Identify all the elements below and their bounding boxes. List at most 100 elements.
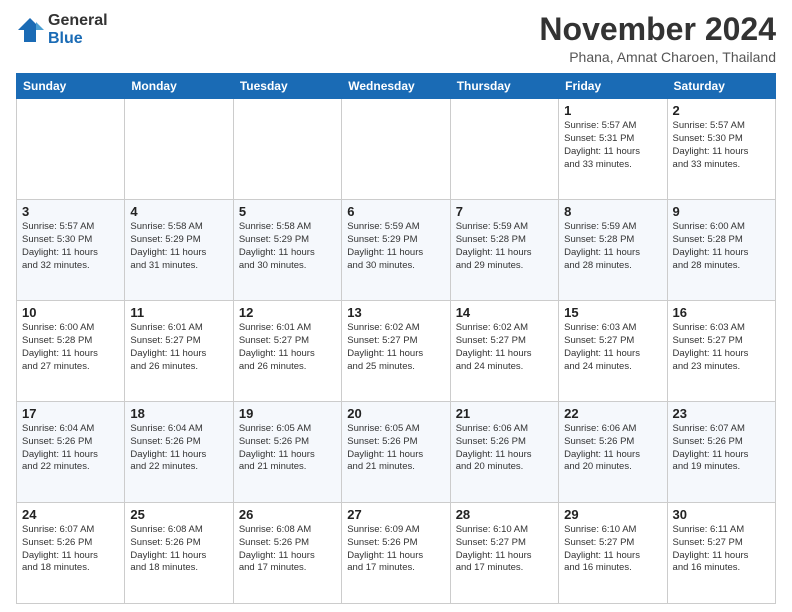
calendar-cell: 22Sunrise: 6:06 AM Sunset: 5:26 PM Dayli… [559, 402, 667, 503]
calendar-cell: 18Sunrise: 6:04 AM Sunset: 5:26 PM Dayli… [125, 402, 233, 503]
day-number: 28 [456, 507, 553, 522]
day-info: Sunrise: 6:08 AM Sunset: 5:26 PM Dayligh… [239, 524, 336, 575]
day-info: Sunrise: 6:10 AM Sunset: 5:27 PM Dayligh… [456, 524, 553, 575]
calendar-week-2: 3 Sunrise: 5:57 AM Sunset: 5:30 PM Daylig… [17, 200, 776, 301]
day-info: Sunrise: 5:59 AM Sunset: 5:28 PM Dayligh… [564, 221, 661, 272]
day-info: Sunrise: 6:04 AM Sunset: 5:26 PM Dayligh… [130, 423, 227, 474]
day-number: 12 [239, 305, 336, 320]
calendar-cell: 16Sunrise: 6:03 AM Sunset: 5:27 PM Dayli… [667, 301, 775, 402]
calendar-header-thursday: Thursday [450, 74, 558, 99]
day-info: Sunrise: 6:07 AM Sunset: 5:26 PM Dayligh… [673, 423, 770, 474]
calendar-table: SundayMondayTuesdayWednesdayThursdayFrid… [16, 73, 776, 604]
day-number: 19 [239, 406, 336, 421]
day-number: 25 [130, 507, 227, 522]
calendar-header-monday: Monday [125, 74, 233, 99]
day-info: Sunrise: 5:59 AM Sunset: 5:29 PM Dayligh… [347, 221, 444, 272]
day-info: Sunrise: 6:05 AM Sunset: 5:26 PM Dayligh… [347, 423, 444, 474]
day-info: Sunrise: 5:57 AM Sunset: 5:30 PM Dayligh… [22, 221, 119, 272]
calendar-header-saturday: Saturday [667, 74, 775, 99]
calendar-cell: 25 Sunrise: 6:08 AM Sunset: 5:26 PM Dayli… [125, 503, 233, 604]
header: General Blue November 2024 Phana, Amnat … [16, 12, 776, 65]
day-number: 1 [564, 103, 661, 118]
calendar-cell: 23 Sunrise: 6:07 AM Sunset: 5:26 PM Dayli… [667, 402, 775, 503]
calendar-cell: 19 Sunrise: 6:05 AM Sunset: 5:26 PM Dayli… [233, 402, 341, 503]
calendar-cell: 20 Sunrise: 6:05 AM Sunset: 5:26 PM Dayli… [342, 402, 450, 503]
day-info: Sunrise: 5:58 AM Sunset: 5:29 PM Dayligh… [130, 221, 227, 272]
day-number: 15 [564, 305, 661, 320]
calendar-week-3: 10Sunrise: 6:00 AM Sunset: 5:28 PM Dayli… [17, 301, 776, 402]
calendar-cell: 3 Sunrise: 5:57 AM Sunset: 5:30 PM Daylig… [17, 200, 125, 301]
calendar-cell [450, 99, 558, 200]
calendar-week-1: 1 Sunrise: 5:57 AM Sunset: 5:31 PM Daylig… [17, 99, 776, 200]
calendar-header-friday: Friday [559, 74, 667, 99]
day-info: Sunrise: 6:08 AM Sunset: 5:26 PM Dayligh… [130, 524, 227, 575]
calendar-cell: 8 Sunrise: 5:59 AM Sunset: 5:28 PM Daylig… [559, 200, 667, 301]
day-number: 23 [673, 406, 770, 421]
calendar-cell: 30Sunrise: 6:11 AM Sunset: 5:27 PM Dayli… [667, 503, 775, 604]
day-number: 10 [22, 305, 119, 320]
logo: General Blue [16, 12, 108, 47]
day-info: Sunrise: 6:03 AM Sunset: 5:27 PM Dayligh… [564, 322, 661, 373]
calendar-cell: 4 Sunrise: 5:58 AM Sunset: 5:29 PM Daylig… [125, 200, 233, 301]
day-info: Sunrise: 6:09 AM Sunset: 5:26 PM Dayligh… [347, 524, 444, 575]
calendar-week-5: 24 Sunrise: 6:07 AM Sunset: 5:26 PM Dayli… [17, 503, 776, 604]
calendar-cell: 11 Sunrise: 6:01 AM Sunset: 5:27 PM Dayli… [125, 301, 233, 402]
calendar-cell: 2Sunrise: 5:57 AM Sunset: 5:30 PM Daylig… [667, 99, 775, 200]
calendar-header-sunday: Sunday [17, 74, 125, 99]
logo-icon [16, 16, 44, 44]
calendar-header-wednesday: Wednesday [342, 74, 450, 99]
calendar-cell: 9Sunrise: 6:00 AM Sunset: 5:28 PM Daylig… [667, 200, 775, 301]
day-number: 27 [347, 507, 444, 522]
day-info: Sunrise: 6:05 AM Sunset: 5:26 PM Dayligh… [239, 423, 336, 474]
day-info: Sunrise: 5:57 AM Sunset: 5:30 PM Dayligh… [673, 120, 770, 171]
day-info: Sunrise: 6:01 AM Sunset: 5:27 PM Dayligh… [239, 322, 336, 373]
day-info: Sunrise: 5:59 AM Sunset: 5:28 PM Dayligh… [456, 221, 553, 272]
logo-general-text: General [48, 12, 108, 30]
calendar-cell: 12 Sunrise: 6:01 AM Sunset: 5:27 PM Dayli… [233, 301, 341, 402]
calendar-cell: 14Sunrise: 6:02 AM Sunset: 5:27 PM Dayli… [450, 301, 558, 402]
calendar-cell: 15 Sunrise: 6:03 AM Sunset: 5:27 PM Dayli… [559, 301, 667, 402]
day-info: Sunrise: 5:58 AM Sunset: 5:29 PM Dayligh… [239, 221, 336, 272]
calendar-cell: 21 Sunrise: 6:06 AM Sunset: 5:26 PM Dayli… [450, 402, 558, 503]
day-info: Sunrise: 6:07 AM Sunset: 5:26 PM Dayligh… [22, 524, 119, 575]
location: Phana, Amnat Charoen, Thailand [539, 49, 776, 65]
calendar-header-tuesday: Tuesday [233, 74, 341, 99]
day-number: 8 [564, 204, 661, 219]
calendar-cell [233, 99, 341, 200]
calendar-cell: 1 Sunrise: 5:57 AM Sunset: 5:31 PM Daylig… [559, 99, 667, 200]
day-number: 4 [130, 204, 227, 219]
day-number: 13 [347, 305, 444, 320]
calendar-cell: 13Sunrise: 6:02 AM Sunset: 5:27 PM Dayli… [342, 301, 450, 402]
calendar-cell: 24 Sunrise: 6:07 AM Sunset: 5:26 PM Dayli… [17, 503, 125, 604]
calendar-cell [125, 99, 233, 200]
day-info: Sunrise: 6:10 AM Sunset: 5:27 PM Dayligh… [564, 524, 661, 575]
day-number: 22 [564, 406, 661, 421]
day-number: 20 [347, 406, 444, 421]
calendar-cell: 29 Sunrise: 6:10 AM Sunset: 5:27 PM Dayli… [559, 503, 667, 604]
calendar-cell: 10Sunrise: 6:00 AM Sunset: 5:28 PM Dayli… [17, 301, 125, 402]
day-info: Sunrise: 5:57 AM Sunset: 5:31 PM Dayligh… [564, 120, 661, 171]
page: General Blue November 2024 Phana, Amnat … [0, 0, 792, 612]
logo-blue-text: Blue [48, 30, 108, 48]
calendar-week-4: 17 Sunrise: 6:04 AM Sunset: 5:26 PM Dayli… [17, 402, 776, 503]
day-info: Sunrise: 6:01 AM Sunset: 5:27 PM Dayligh… [130, 322, 227, 373]
day-number: 5 [239, 204, 336, 219]
day-number: 26 [239, 507, 336, 522]
day-number: 17 [22, 406, 119, 421]
title-block: November 2024 Phana, Amnat Charoen, Thai… [539, 12, 776, 65]
day-number: 24 [22, 507, 119, 522]
calendar-cell [17, 99, 125, 200]
calendar-cell: 27 Sunrise: 6:09 AM Sunset: 5:26 PM Dayli… [342, 503, 450, 604]
calendar-cell: 26 Sunrise: 6:08 AM Sunset: 5:26 PM Dayli… [233, 503, 341, 604]
day-number: 30 [673, 507, 770, 522]
day-number: 29 [564, 507, 661, 522]
calendar-cell: 5 Sunrise: 5:58 AM Sunset: 5:29 PM Daylig… [233, 200, 341, 301]
day-number: 3 [22, 204, 119, 219]
month-title: November 2024 [539, 12, 776, 47]
day-number: 6 [347, 204, 444, 219]
day-number: 7 [456, 204, 553, 219]
day-number: 11 [130, 305, 227, 320]
day-number: 21 [456, 406, 553, 421]
day-info: Sunrise: 6:06 AM Sunset: 5:26 PM Dayligh… [456, 423, 553, 474]
day-number: 9 [673, 204, 770, 219]
